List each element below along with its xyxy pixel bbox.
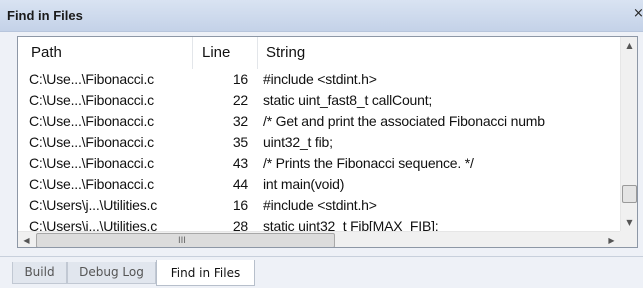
vertical-scroll-thumb[interactable] [622,185,637,203]
horizontal-scrollbar[interactable]: ◀ III ▶ [18,231,620,247]
result-row[interactable]: C:\Use...\Fibonacci.c 44 int main(void) [18,174,620,195]
string-cell: static uint32_t Fib[MAX_FIB]; [263,218,439,231]
results-grid: Path Line String C:\Use...\Fibonacci.c 1… [18,37,620,231]
path-cell: C:\Use...\Fibonacci.c [29,176,154,192]
panel-title: Find in Files [7,8,83,23]
string-cell: uint32_t fib; [263,134,333,150]
column-header-line[interactable]: Line [193,37,258,69]
tab-strip: Build Debug Log Find in Files [0,256,643,288]
path-cell: C:\Use...\Fibonacci.c [29,155,154,171]
column-header-string[interactable]: String [258,37,620,69]
path-cell: C:\Use...\Fibonacci.c [29,71,154,87]
line-cell: 35 [232,134,248,150]
line-cell: 22 [232,92,248,108]
line-cell: 32 [232,113,248,129]
string-cell: #include <stdint.h> [263,71,377,87]
tab-debug-log[interactable]: Debug Log [67,262,156,284]
string-cell: /* Prints the Fibonacci sequence. */ [263,155,474,171]
line-cell: 43 [232,155,248,171]
grip-icon: III [178,236,186,246]
result-row[interactable]: C:\Use...\Fibonacci.c 43 /* Prints the F… [18,153,620,174]
string-cell: static uint_fast8_t callCount; [263,92,433,108]
string-cell: /* Get and print the associated Fibonacc… [263,113,545,129]
scroll-up-icon[interactable]: ▲ [621,37,637,54]
path-cell: C:\Use...\Fibonacci.c [29,113,154,129]
line-cell: 28 [232,218,248,231]
result-row[interactable]: C:\Users\j...\Utilities.c 16 #include <s… [18,195,620,216]
scrollbar-corner [620,231,637,247]
tab-find-in-files[interactable]: Find in Files [156,260,255,286]
title-bar: Find in Files × [0,0,643,32]
find-in-files-panel: Find in Files × Path Line String C:\Use.… [0,0,643,288]
path-cell: C:\Users\j...\Utilities.c [29,218,158,231]
string-cell: #include <stdint.h> [263,197,377,213]
path-cell: C:\Use...\Fibonacci.c [29,92,154,108]
result-row[interactable]: C:\Use...\Fibonacci.c 22 static uint_fas… [18,90,620,111]
line-cell: 16 [232,71,248,87]
vertical-scrollbar[interactable]: ▲ ▼ [620,37,637,231]
tab-build[interactable]: Build [12,262,67,284]
scroll-right-icon[interactable]: ▶ [603,232,620,247]
horizontal-scroll-thumb[interactable]: III [36,233,335,247]
results-frame: Path Line String C:\Use...\Fibonacci.c 1… [17,36,638,248]
string-cell: int main(void) [263,176,345,192]
result-row[interactable]: C:\Users\j...\Utilities.c 28 static uint… [18,216,620,231]
line-cell: 44 [232,176,248,192]
line-cell: 16 [232,197,248,213]
close-icon[interactable]: × [633,6,643,22]
scroll-left-icon[interactable]: ◀ [18,232,35,247]
path-cell: C:\Use...\Fibonacci.c [29,134,154,150]
result-row[interactable]: C:\Use...\Fibonacci.c 32 /* Get and prin… [18,111,620,132]
result-row[interactable]: C:\Use...\Fibonacci.c 35 uint32_t fib; [18,132,620,153]
column-header-path[interactable]: Path [18,37,193,69]
path-cell: C:\Users\j...\Utilities.c [29,197,158,213]
result-row[interactable]: C:\Use...\Fibonacci.c 16 #include <stdin… [18,69,620,90]
scroll-down-icon[interactable]: ▼ [621,214,637,231]
